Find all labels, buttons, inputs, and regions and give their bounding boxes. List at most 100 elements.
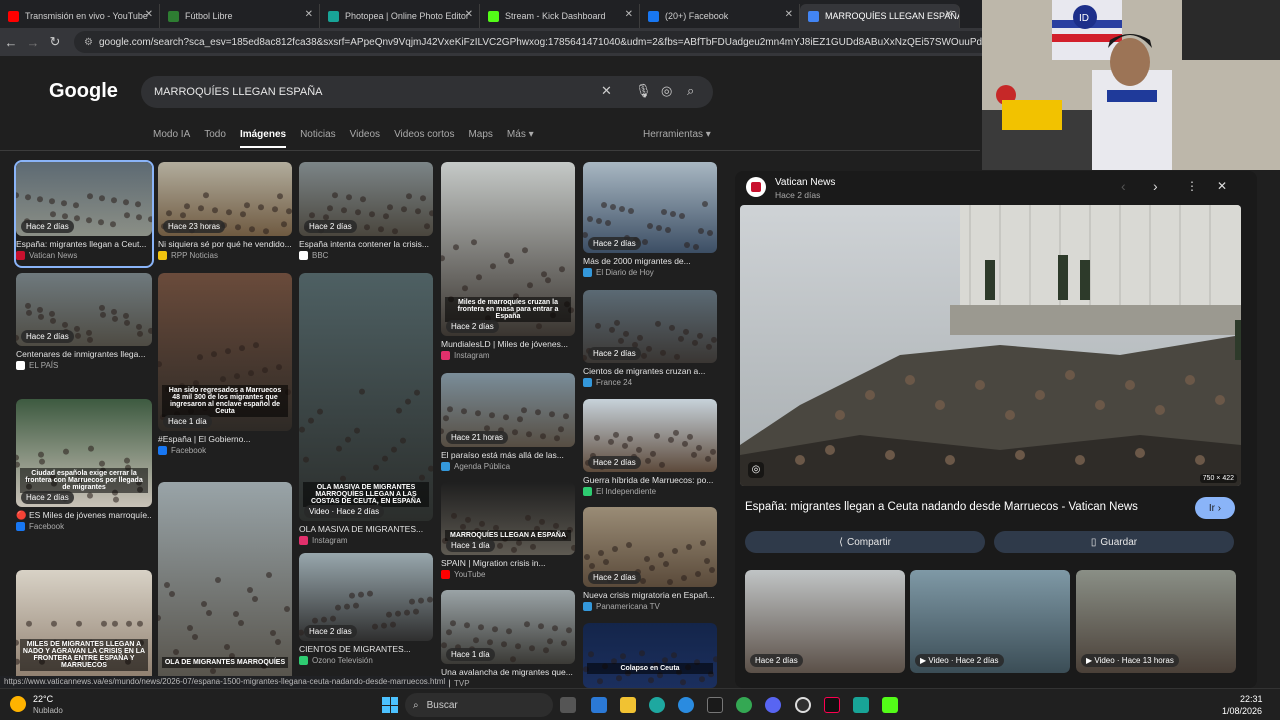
result-thumbnail[interactable]: Ciudad española exige cerrar la frontera… [16, 399, 152, 507]
image-result[interactable]: Hace 21 horas El paraíso está más allá de… [441, 373, 575, 477]
next-icon[interactable]: › [1153, 178, 1158, 194]
result-thumbnail[interactable]: Hace 2 días [16, 273, 152, 346]
result-caption[interactable]: MundialesLD | Miles de jóvenes... [441, 339, 575, 349]
panel-title[interactable]: España: migrantes llegan a Ceuta nadando… [745, 501, 1175, 513]
tab-close-icon[interactable]: ✕ [465, 9, 473, 20]
lens-search-icon[interactable]: ◎ [748, 462, 764, 478]
site-info-icon[interactable]: ⚙ [84, 37, 93, 48]
result-caption[interactable]: SPAIN | Migration crisis in... [441, 558, 575, 568]
browser-tab[interactable]: Stream - Kick Dashboard ✕ [480, 4, 640, 28]
result-caption[interactable]: España: migrantes llegan a Ceut... [16, 239, 152, 249]
result-caption[interactable]: #España | El Gobierno... [158, 434, 292, 444]
result-caption[interactable]: OLA MASIVA DE MIGRANTES... [299, 524, 433, 534]
search-tab[interactable]: Imágenes [239, 129, 287, 148]
panel-source[interactable]: Vatican News [775, 177, 835, 188]
result-thumbnail[interactable]: Colapso en Ceuta [583, 623, 717, 688]
result-thumbnail[interactable]: MILES DE MIGRANTES LLEGAN A NADO Y AGRAV… [16, 570, 152, 685]
result-thumbnail[interactable]: Hace 1 día [441, 590, 575, 664]
result-caption[interactable]: España intenta contener la crisis... [299, 239, 433, 249]
search-tab[interactable]: Maps [468, 129, 492, 148]
image-result[interactable]: Ciudad española exige cerrar la frontera… [16, 399, 152, 537]
search-tab[interactable]: Videos [350, 129, 380, 148]
chrome-icon[interactable] [736, 697, 752, 713]
result-thumbnail[interactable]: Hace 2 días [583, 507, 717, 587]
share-button[interactable]: ⟨ Compartir [745, 531, 985, 553]
close-icon[interactable]: ✕ [1217, 179, 1227, 193]
result-caption[interactable]: Guerra híbrida de Marruecos: po... [583, 475, 717, 485]
result-caption[interactable]: Más de 2000 migrantes de... [583, 256, 717, 266]
tools-button[interactable]: Herramientas ▾ [643, 129, 711, 140]
tiktok-icon[interactable] [824, 697, 840, 713]
save-button[interactable]: ▯ Guardar [994, 531, 1234, 553]
result-caption[interactable]: Centenares de inmigrantes llega... [16, 349, 152, 359]
tab-close-icon[interactable]: ✕ [145, 9, 153, 20]
result-thumbnail[interactable]: Hace 2 días [16, 162, 152, 236]
image-result[interactable]: Hace 2 días España: migrantes llegan a Ce… [14, 160, 154, 268]
edge-dev-icon[interactable] [678, 697, 694, 713]
clock-time[interactable]: 22:31 [1240, 694, 1263, 704]
edge-icon[interactable] [649, 697, 665, 713]
obs-icon[interactable] [795, 697, 811, 713]
result-thumbnail[interactable]: Hace 2 días [583, 162, 717, 253]
browser-tab[interactable]: Fútbol Libre ✕ [160, 4, 320, 28]
store-icon[interactable] [591, 697, 607, 713]
image-result[interactable]: Hace 2 días Guerra híbrida de Marruecos: … [583, 399, 717, 502]
lens-icon[interactable]: ◎ [661, 83, 672, 99]
result-thumbnail[interactable]: Hace 21 horas [441, 373, 575, 447]
capture-app-icon[interactable] [707, 697, 723, 713]
weather-icon[interactable] [10, 696, 26, 712]
search-tab[interactable]: Modo IA [153, 129, 190, 148]
result-thumbnail[interactable]: OLA DE MIGRANTES MARROQUÍES [158, 482, 292, 682]
result-caption[interactable]: Una avalancha de migrantes que... [441, 667, 575, 677]
browser-tab[interactable]: Transmisión en vivo - YouTube ✕ [0, 4, 160, 28]
result-thumbnail[interactable]: OLA MASIVA DE MIGRANTES MARROQUÍES LLEGA… [299, 273, 433, 521]
tab-close-icon[interactable]: ✕ [625, 9, 633, 20]
clock-date[interactable]: 1/08/2026 [1222, 706, 1262, 716]
image-result[interactable]: Hace 23 horas Ni siquiera sé por qué he v… [158, 162, 292, 266]
clear-icon[interactable]: ✕ [601, 83, 612, 99]
image-result[interactable]: Hace 2 días CIENTOS DE MIGRANTES... Ozono … [299, 553, 433, 671]
result-thumbnail[interactable]: Miles de marroquíes cruzan la frontera e… [441, 162, 575, 336]
more-icon[interactable]: ⋮ [1186, 179, 1198, 193]
result-caption[interactable]: 🔴 ES Miles de jóvenes marroquíe... [16, 510, 152, 521]
result-thumbnail[interactable]: Hace 2 días [299, 162, 433, 236]
image-result[interactable]: Hace 2 días España intenta contener la cr… [299, 162, 433, 266]
microphone-icon[interactable]: 🎙 [635, 83, 652, 99]
related-image[interactable]: ▶ Video · Hace 2 días [910, 570, 1070, 673]
result-caption[interactable]: Cientos de migrantes cruzan a... [583, 366, 717, 376]
weather-temp[interactable]: 22°C [33, 694, 53, 704]
browser-tab[interactable]: Photopea | Online Photo Editor ✕ [320, 4, 480, 28]
image-result[interactable]: Hace 2 días Cientos de migrantes cruzan a… [583, 290, 717, 393]
file-explorer-icon[interactable] [620, 697, 636, 713]
browser-tab[interactable]: (20+) Facebook ✕ [640, 4, 800, 28]
search-tab[interactable]: Más ▾ [507, 129, 534, 148]
back-icon[interactable]: ← [0, 35, 22, 50]
search-box[interactable]: MARROQUÍES LLEGAN ESPAÑA ✕ 🎙 ◎ ⌕ [141, 76, 713, 108]
result-thumbnail[interactable]: Hace 2 días [583, 399, 717, 472]
prev-icon[interactable]: ‹ [1121, 178, 1126, 194]
taskbar-search[interactable]: ⌕ Buscar [405, 693, 553, 717]
tab-close-icon[interactable]: ✕ [785, 9, 793, 20]
related-image[interactable]: Hace 2 días [745, 570, 905, 673]
forward-icon[interactable]: → [22, 35, 44, 50]
result-thumbnail[interactable]: MARROQUÍES LLEGAN A ESPAÑA Hace 1 día [441, 482, 575, 555]
result-thumbnail[interactable]: Hace 2 días [583, 290, 717, 363]
search-tab[interactable]: Todo [204, 129, 226, 148]
image-result[interactable]: Hace 2 días Centenares de inmigrantes lle… [16, 273, 152, 376]
task-view-icon[interactable] [560, 697, 576, 713]
image-result[interactable]: Hace 1 día Una avalancha de migrantes que… [441, 590, 575, 694]
kick-icon[interactable] [882, 697, 898, 713]
browser-tab[interactable]: MARROQUÍES LLEGAN ESPAÑA ✕ [800, 4, 960, 28]
discord-icon[interactable] [765, 697, 781, 713]
result-caption[interactable]: CIENTOS DE MIGRANTES... [299, 644, 433, 654]
image-result[interactable]: MARROQUÍES LLEGAN A ESPAÑA Hace 1 día SPAI… [441, 482, 575, 585]
photopea-icon[interactable] [853, 697, 869, 713]
image-result[interactable]: Hace 2 días Más de 2000 migrantes de... El… [583, 162, 717, 283]
search-tab[interactable]: Noticias [300, 129, 336, 148]
result-thumbnail[interactable]: Hace 2 días [299, 553, 433, 641]
tab-close-icon[interactable]: ✕ [945, 9, 953, 20]
reload-icon[interactable]: ↻ [44, 34, 66, 50]
image-result[interactable]: Han sido regresados a Marruecos 48 mil 3… [158, 273, 292, 461]
search-query[interactable]: MARROQUÍES LLEGAN ESPAÑA [154, 86, 323, 98]
search-icon[interactable]: ⌕ [687, 83, 694, 99]
